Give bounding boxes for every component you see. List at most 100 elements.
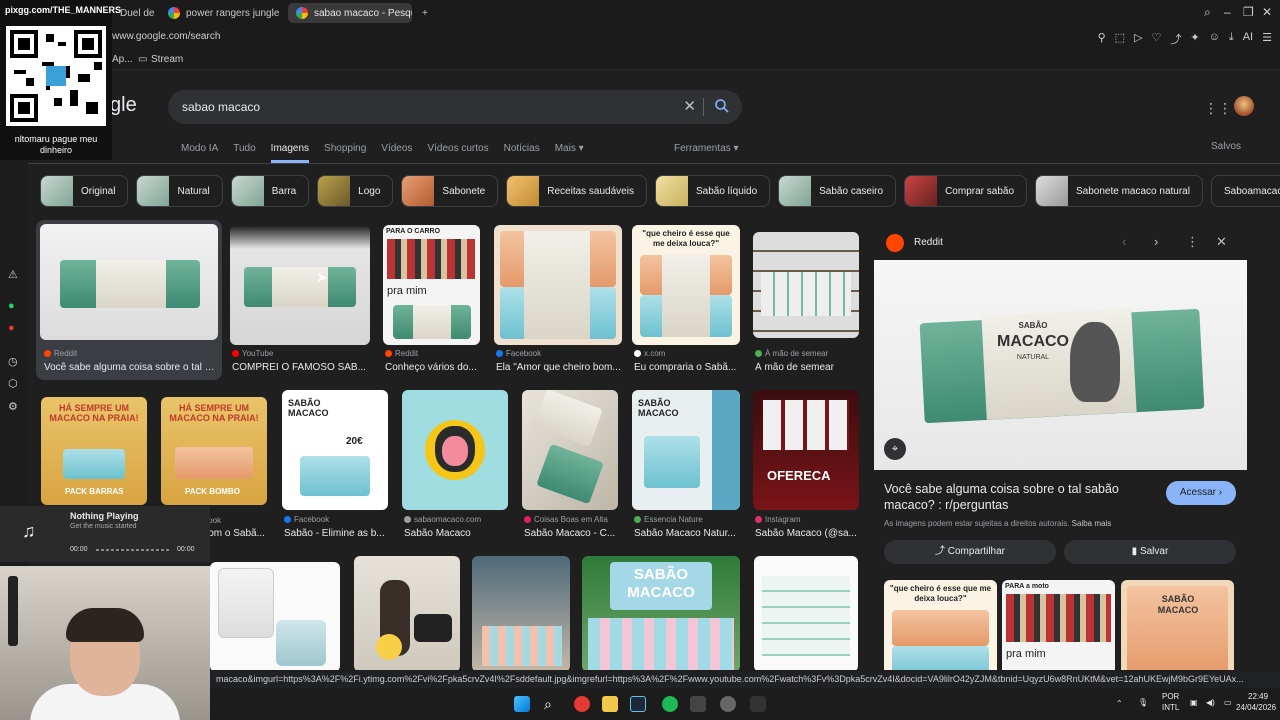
- search-input[interactable]: sabao macaco: [182, 100, 260, 114]
- result-title[interactable]: Conheço vários do...: [385, 362, 480, 373]
- result-title[interactable]: Sabão Macaco: [404, 528, 508, 539]
- search-box[interactable]: sabao macaco ✕: [168, 90, 742, 124]
- clock-time[interactable]: 22:49: [1248, 692, 1268, 701]
- prev-icon[interactable]: ‹: [1122, 234, 1126, 249]
- steam-icon[interactable]: [630, 696, 646, 712]
- chip[interactable]: Sabonete macaco natural: [1035, 175, 1203, 207]
- learn-more-link[interactable]: Saiba mais: [1072, 519, 1112, 528]
- chip[interactable]: Receitas saudáveis: [506, 175, 647, 207]
- music-progress-bar[interactable]: [96, 549, 170, 551]
- chip[interactable]: Logo: [317, 175, 394, 207]
- tab-imagens[interactable]: Imagens: [270, 143, 310, 163]
- image-result[interactable]: SABÃO MACACO: [582, 556, 740, 670]
- chip[interactable]: Sabonete: [401, 175, 499, 207]
- close-window-icon[interactable]: ✕: [1262, 5, 1272, 19]
- tab-modo-ia[interactable]: Modo IA: [181, 143, 218, 163]
- image-result[interactable]: Reddit Você sabe alguma coisa sobre o ta…: [36, 220, 222, 380]
- search-icon[interactable]: [714, 98, 730, 114]
- url-field[interactable]: www.google.com/search: [112, 31, 220, 42]
- result-image[interactable]: HÁ SEMPRE UM MACACO NA PRAIA! PACK BOMBO: [161, 397, 267, 505]
- result-image[interactable]: [753, 232, 859, 338]
- battery-icon[interactable]: ▭: [1224, 698, 1232, 707]
- panel-source[interactable]: Reddit: [914, 237, 943, 248]
- result-title[interactable]: Sabão Macaco - C...: [524, 528, 618, 539]
- image-result[interactable]: À mão de semear À mão de semear: [753, 232, 859, 375]
- minimize-icon[interactable]: –: [1224, 5, 1231, 19]
- chip[interactable]: Original: [40, 175, 129, 207]
- profile-icon[interactable]: ☺: [1209, 31, 1220, 47]
- search-tabs-icon[interactable]: ⌕: [1204, 5, 1211, 20]
- clock-date[interactable]: 24/04/2026: [1236, 703, 1276, 712]
- panel-title[interactable]: Você sabe alguma coisa sobre o tal sabão…: [884, 481, 1154, 513]
- app-icon[interactable]: [750, 696, 766, 712]
- result-image[interactable]: HÁ SEMPRE UM MACACO NA PRAIA! PACK BARRA…: [41, 397, 147, 505]
- chip[interactable]: Sabão caseiro: [778, 175, 897, 207]
- share-button[interactable]: ⤴ Compartilhar: [884, 540, 1056, 564]
- chip[interactable]: Natural: [136, 175, 223, 207]
- chip[interactable]: Barra: [230, 175, 310, 207]
- result-title[interactable]: Você sabe alguma coisa sobre o tal s...: [44, 362, 216, 373]
- windows-start-icon[interactable]: [514, 696, 530, 712]
- bookmark-stream[interactable]: Stream: [151, 54, 183, 65]
- result-title[interactable]: Sabão - Elimine as b...: [284, 528, 388, 539]
- image-result[interactable]: [354, 556, 460, 670]
- browser-tab-active[interactable]: sabao macaco - Pesquisa: [288, 3, 412, 23]
- microphone-icon[interactable]: 🎙: [1138, 698, 1148, 707]
- play-icon[interactable]: ▷: [1134, 31, 1142, 47]
- heart-icon[interactable]: ♡: [1152, 31, 1162, 47]
- image-result[interactable]: Facebook Ela "Amor que cheiro bom...: [494, 225, 622, 375]
- avatar[interactable]: [1234, 96, 1254, 116]
- share-icon[interactable]: ⤴: [1170, 31, 1181, 47]
- result-title[interactable]: Sabão Macaco (@sa...: [755, 528, 859, 539]
- result-title[interactable]: Com o Sabã...: [201, 528, 267, 539]
- tray-chevron-icon[interactable]: ⌃: [1116, 699, 1123, 708]
- tab-videos-curtos[interactable]: Vídeos curtos: [427, 143, 488, 163]
- image-result[interactable]: [210, 562, 340, 670]
- bookmark-app[interactable]: Ap...: [112, 54, 133, 65]
- result-image[interactable]: SABÃO MACACO: [582, 556, 740, 670]
- download-icon[interactable]: ⤓: [1229, 31, 1234, 47]
- result-image[interactable]: PARA O CARRO pra mim: [383, 225, 480, 345]
- image-result[interactable]: sabaomacaco.com Sabão Macaco: [402, 390, 508, 540]
- image-result[interactable]: ➤ YouTube COMPREI O FAMOSO SAB...: [230, 225, 370, 375]
- image-result[interactable]: OFERECA Instagram Sabão Macaco (@sa...: [753, 390, 859, 540]
- result-image[interactable]: [522, 390, 618, 510]
- screenshot-icon[interactable]: ⬚: [1115, 31, 1125, 47]
- tab-videos[interactable]: Vídeos: [381, 143, 412, 163]
- result-image[interactable]: [354, 556, 460, 670]
- save-button[interactable]: ▮ Salvar: [1064, 540, 1236, 564]
- input-language[interactable]: POR: [1162, 692, 1179, 701]
- extensions-icon[interactable]: ✦: [1190, 31, 1199, 47]
- result-image[interactable]: ➤: [230, 225, 370, 345]
- next-icon[interactable]: ›: [1154, 234, 1158, 249]
- result-title[interactable]: Sabão Macaco Natur...: [634, 528, 740, 539]
- result-image[interactable]: [472, 556, 570, 670]
- related-image[interactable]: "que cheiro é esse que me deixa louca?": [884, 580, 997, 670]
- result-image[interactable]: SABÃO MACACO: [632, 390, 740, 510]
- result-image[interactable]: OFERECA: [753, 390, 859, 510]
- result-title[interactable]: COMPREI O FAMOSO SAB...: [232, 362, 368, 373]
- saved-link[interactable]: Salvos: [1211, 141, 1241, 152]
- tools-menu[interactable]: Ferramentas ▾: [674, 143, 738, 154]
- related-image[interactable]: PARA a moto pra mim: [1002, 580, 1115, 670]
- tab-noticias[interactable]: Notícias: [504, 143, 540, 163]
- result-image[interactable]: [40, 224, 218, 340]
- image-result[interactable]: SABÃO MACACO Essencia Nature Sabão Macac…: [632, 390, 740, 540]
- tab-mais[interactable]: Mais ▾: [555, 143, 584, 163]
- pin-icon[interactable]: ⚲: [1098, 31, 1106, 47]
- result-image[interactable]: [210, 562, 340, 670]
- new-tab-button[interactable]: +: [414, 3, 434, 23]
- input-layout[interactable]: INTL: [1162, 703, 1179, 712]
- obs-icon[interactable]: [720, 696, 736, 712]
- browser-tab[interactable]: power rangers jungle fury: [160, 3, 282, 23]
- result-image[interactable]: "que cheiro é esse que me deixa louca?": [632, 225, 740, 345]
- image-result[interactable]: [754, 556, 858, 670]
- tab-tudo[interactable]: Tudo: [233, 143, 255, 163]
- clear-icon[interactable]: ✕: [683, 97, 696, 115]
- image-result[interactable]: Coisas Boas em Alta Sabão Macaco - C...: [522, 390, 618, 540]
- settings-icon[interactable]: ⚙: [8, 400, 18, 413]
- spotify-icon[interactable]: [662, 696, 678, 712]
- opera-icon[interactable]: [574, 696, 590, 712]
- menu-icon[interactable]: ☰: [1262, 31, 1272, 47]
- search-icon[interactable]: ⌕: [544, 696, 560, 712]
